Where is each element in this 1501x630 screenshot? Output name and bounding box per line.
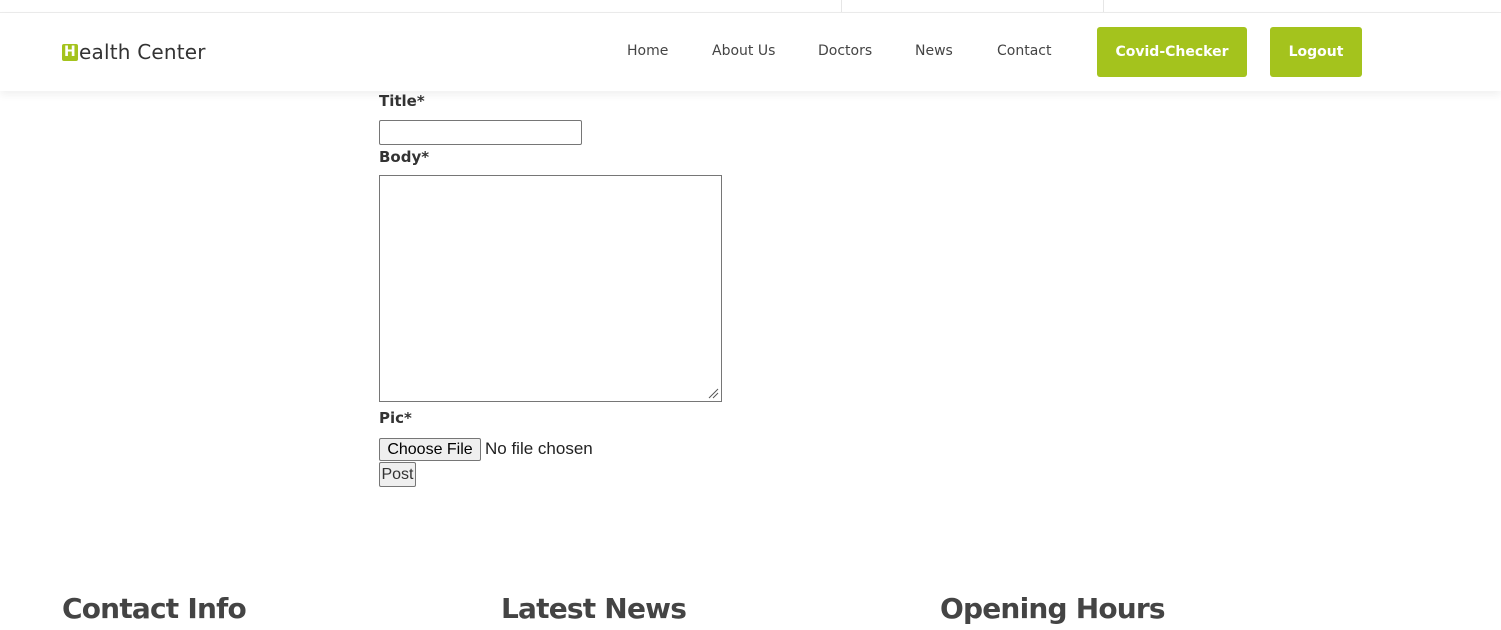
top-bar-divider (1103, 0, 1104, 12)
nav-home[interactable]: Home (627, 43, 668, 59)
nav-about-us[interactable]: About Us (712, 43, 775, 59)
covid-checker-button[interactable]: Covid-Checker (1097, 27, 1247, 77)
file-status-text: No file chosen (485, 439, 593, 458)
logo-mark-icon: H (62, 43, 78, 61)
title-label: Title* (379, 92, 425, 110)
footer-heading-latest-news: Latest News (501, 592, 687, 625)
nav-contact[interactable]: Contact (997, 43, 1051, 59)
post-button[interactable]: Post (379, 462, 416, 487)
top-bar (0, 0, 1501, 13)
logout-button[interactable]: Logout (1270, 27, 1362, 77)
title-input[interactable] (379, 120, 582, 145)
nav-news[interactable]: News (915, 43, 953, 59)
choose-file-button[interactable]: Choose File (379, 438, 481, 461)
site-header: Health Center Home About Us Doctors News… (0, 13, 1501, 91)
top-bar-divider (841, 0, 842, 12)
logo-text: ealth Center (79, 40, 206, 64)
pic-label: Pic* (379, 409, 412, 427)
resize-grip-icon[interactable] (707, 387, 719, 399)
body-label: Body* (379, 148, 430, 166)
footer-heading-opening-hours: Opening Hours (940, 592, 1166, 625)
site-logo[interactable]: Health Center (62, 40, 206, 64)
body-textarea[interactable] (379, 175, 722, 402)
nav-doctors[interactable]: Doctors (818, 43, 872, 59)
footer-heading-contact-info: Contact Info (62, 592, 247, 625)
